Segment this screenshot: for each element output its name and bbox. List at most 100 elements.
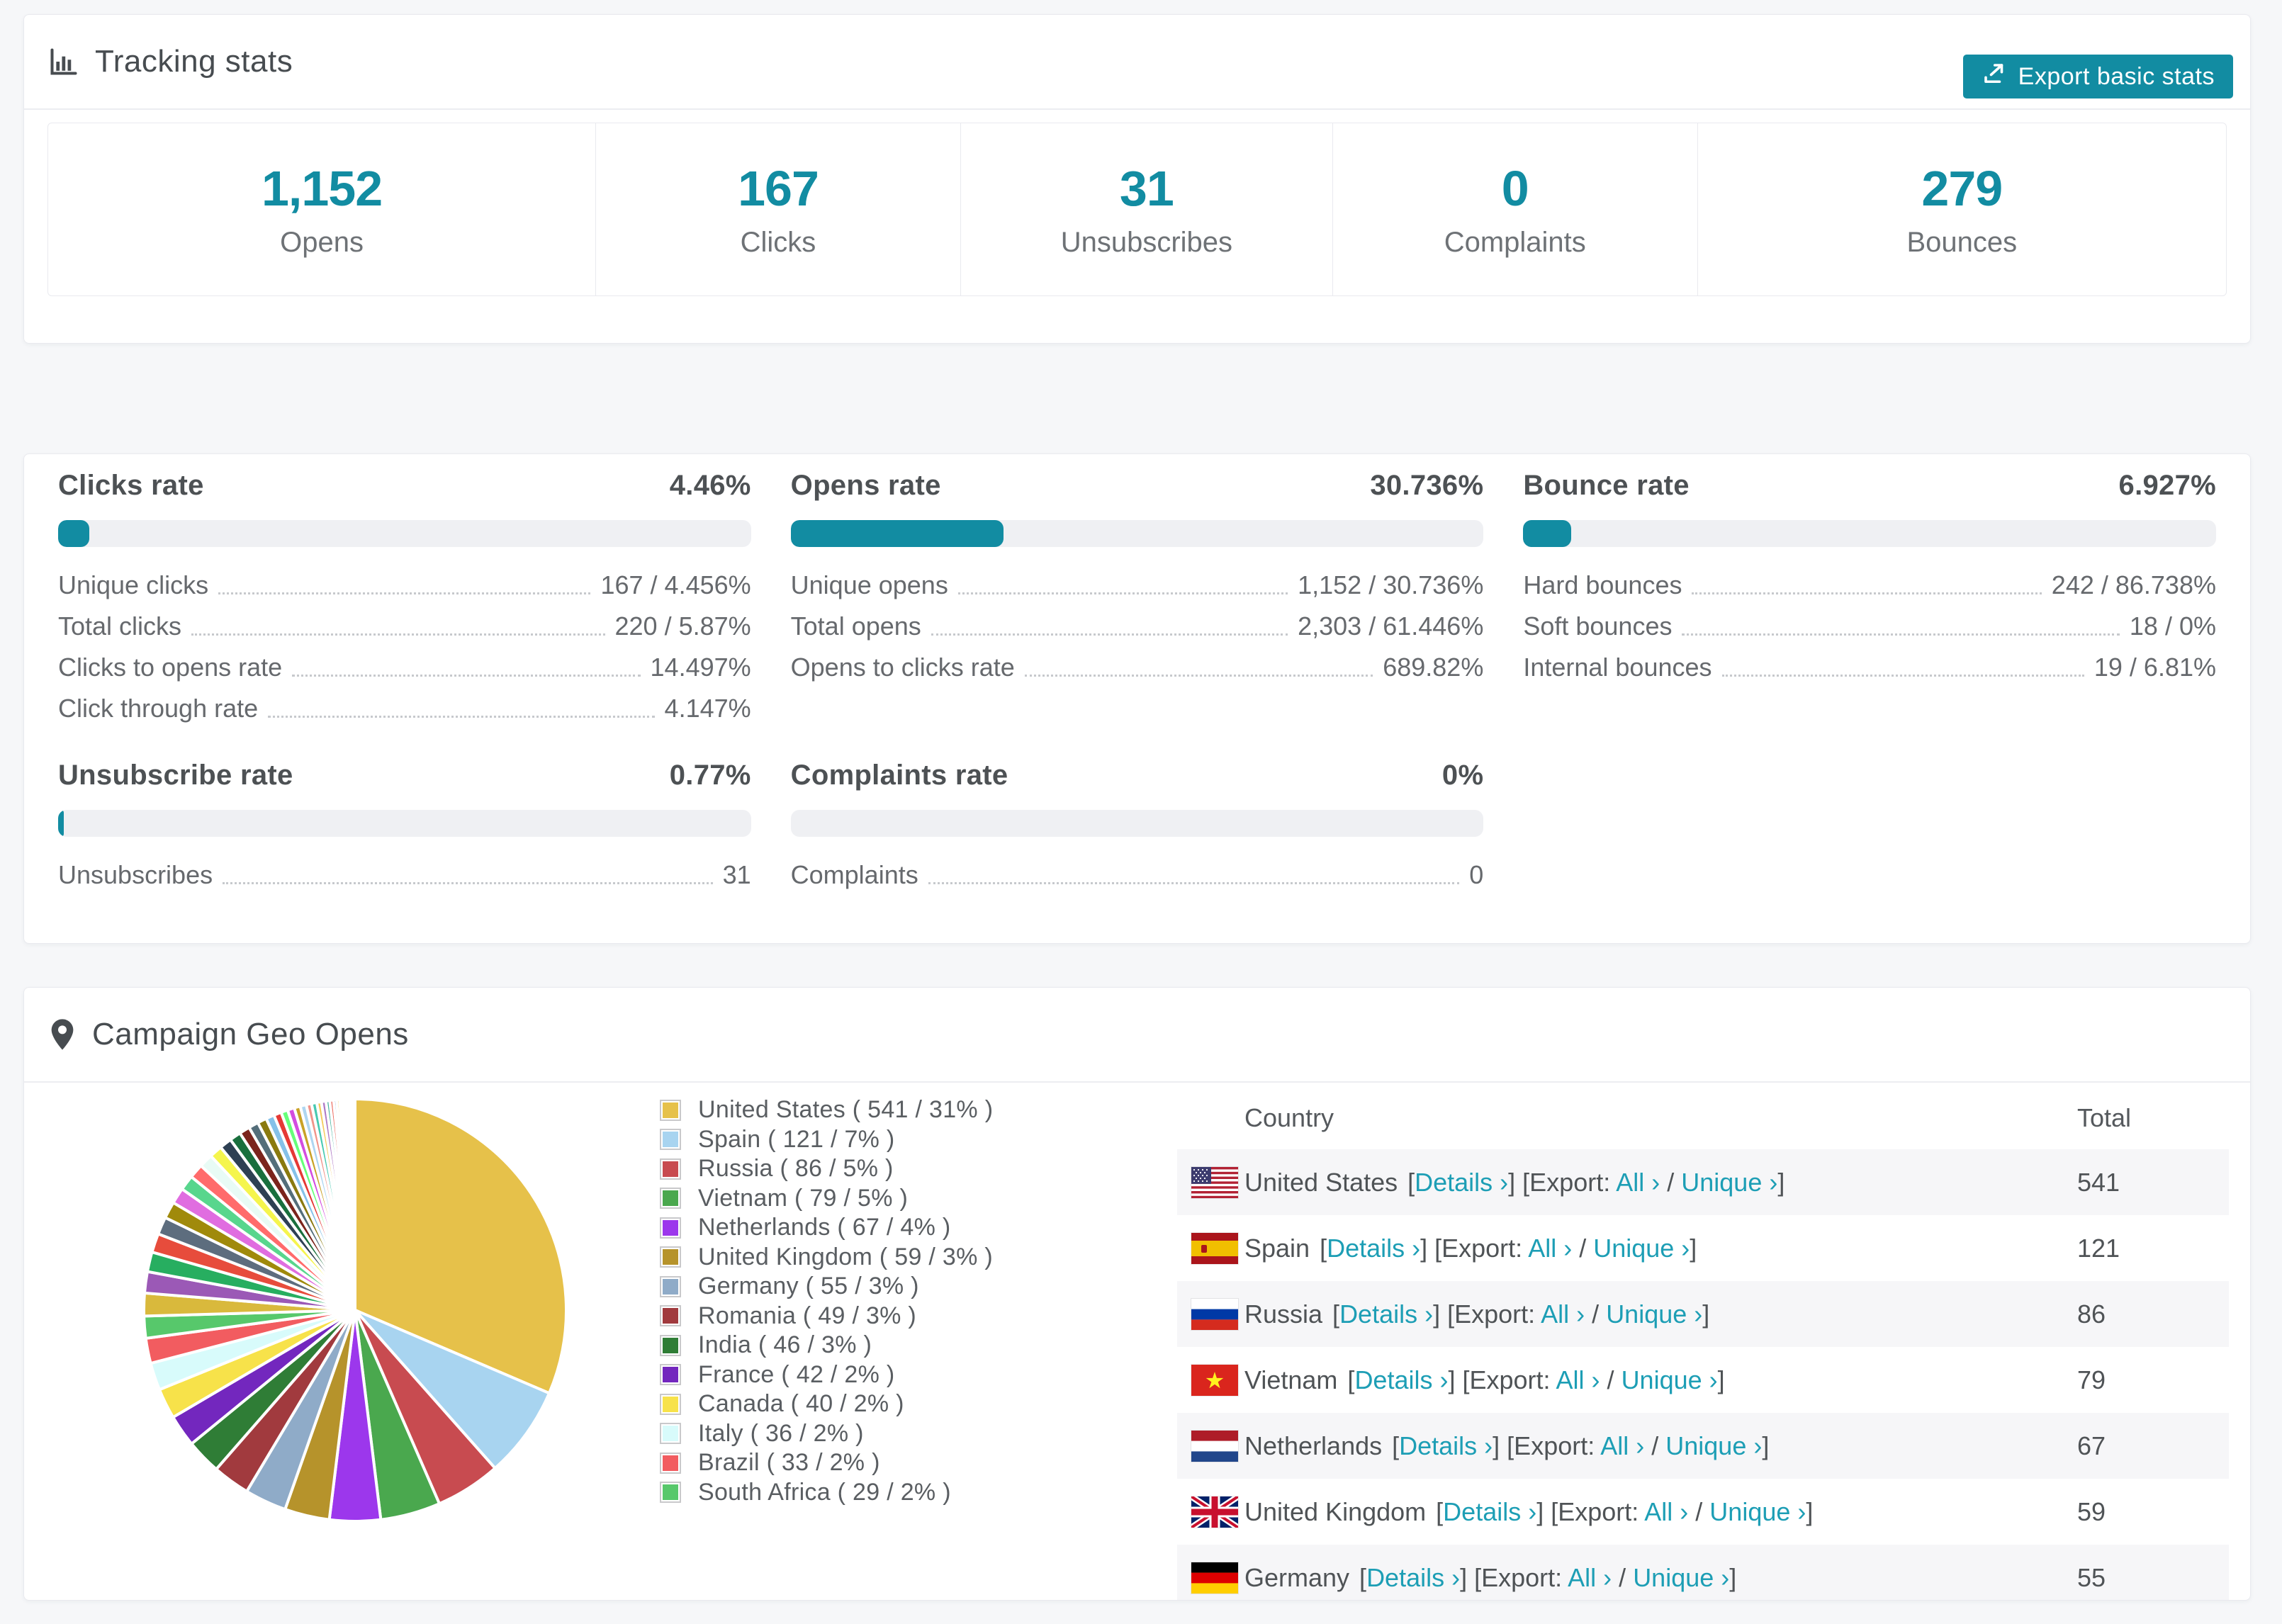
progress-bar-track [58, 520, 751, 547]
details-link[interactable]: Details › [1443, 1497, 1536, 1526]
dotted-leader [268, 716, 655, 718]
legend-item: United Kingdom ( 59 / 3% ) [660, 1243, 993, 1273]
geo-table-row-es: Spain [Details ›] [Export: All › / Unique… [1177, 1215, 2229, 1281]
rate-title: Clicks rate [58, 469, 204, 501]
rate-head: Unsubscribe rate 0.77% [58, 758, 751, 792]
export-unique-link[interactable]: Unique › [1709, 1497, 1806, 1526]
country-total: 79 [2077, 1365, 2106, 1394]
rate-detail-row: Clicks to opens rate 14.497% [58, 647, 751, 688]
dotted-leader [1024, 675, 1373, 677]
country-links: [Details ›] [Export: All › / Unique ›] [1320, 1233, 1697, 1263]
export-button-label: Export basic stats [2018, 62, 2215, 90]
country-name: Vietnam [1244, 1365, 1338, 1394]
rate-detail-row: Complaints 0 [791, 855, 1484, 896]
rate-title: Bounce rate [1523, 469, 1690, 501]
rate-detail-value: 220 / 5.87% [614, 611, 751, 641]
legend-label: Brazil ( 33 / 2% ) [698, 1449, 880, 1477]
stat-value: 1,152 [261, 161, 383, 216]
export-unique-link[interactable]: Unique › [1665, 1431, 1762, 1460]
legend-color-chip [660, 1099, 681, 1121]
rate-block-clicks-rate: Clicks rate 4.46% Unique clicks 167 / 4.456… [58, 468, 751, 729]
legend-item: Spain ( 121 / 7% ) [660, 1125, 993, 1155]
export-all-link[interactable]: All › [1600, 1431, 1644, 1460]
legend-item: Russia ( 86 / 5% ) [660, 1154, 993, 1184]
legend-color-chip [660, 1246, 681, 1268]
geo-table-row-gb: United Kingdom [Details ›] [Export: All ›… [1177, 1479, 2229, 1545]
progress-bar-track [790, 520, 1484, 547]
rate-detail-row: Internal bounces 19 / 6.81% [1523, 647, 2216, 688]
export-unique-link[interactable]: Unique › [1633, 1563, 1729, 1592]
country-name: United States [1244, 1167, 1398, 1197]
export-unique-link[interactable]: Unique › [1606, 1299, 1702, 1329]
legend-color-chip [660, 1393, 681, 1415]
details-link[interactable]: Details › [1415, 1168, 1508, 1197]
legend-label: India ( 46 / 3% ) [698, 1331, 872, 1359]
details-link[interactable]: Details › [1354, 1365, 1448, 1394]
pie-slice [352, 1097, 356, 1311]
overview-stat-unsubscribes: 31 Unsubscribes [960, 123, 1332, 295]
legend-color-chip [660, 1334, 681, 1356]
rate-title: Opens rate [790, 469, 941, 501]
export-unique-link[interactable]: Unique › [1593, 1234, 1690, 1263]
tracking-stats-header: Tracking stats Export basic stats [24, 15, 2250, 108]
stat-label: Bounces [1906, 227, 2018, 258]
legend-label: United Kingdom ( 59 / 3% ) [698, 1243, 993, 1270]
country-links: [Details ›] [Export: All › / Unique ›] [1436, 1496, 1814, 1526]
rate-detail-value: 14.497% [650, 653, 751, 682]
rate-head: Clicks rate 4.46% [58, 468, 751, 502]
rate-detail-label: Internal bounces [1523, 653, 1712, 682]
overview-stat-clicks: 167 Clicks [595, 123, 960, 295]
stat-label: Complaints [1444, 227, 1586, 258]
country-links: [Details ›] [Export: All › / Unique ›] [1407, 1167, 1785, 1197]
details-link[interactable]: Details › [1327, 1234, 1420, 1263]
export-all-link[interactable]: All › [1616, 1168, 1660, 1197]
export-unique-link[interactable]: Unique › [1621, 1365, 1718, 1394]
stat-value: 279 [1921, 161, 2003, 216]
geo-table-header: Country Total [1177, 1087, 2229, 1149]
rate-detail-row: Soft bounces 18 / 0% [1523, 606, 2216, 647]
stat-label: Clicks [740, 227, 816, 258]
overview-stat-opens: 1,152 Opens [48, 123, 595, 295]
rate-detail-label: Unique opens [790, 570, 948, 599]
geo-header-divider [24, 1081, 2250, 1083]
rate-detail-row: Total clicks 220 / 5.87% [58, 606, 751, 647]
header-divider [24, 108, 2250, 110]
export-all-link[interactable]: All › [1556, 1365, 1600, 1394]
export-unique-link[interactable]: Unique › [1681, 1168, 1777, 1197]
legend-label: Italy ( 36 / 2% ) [698, 1419, 864, 1447]
country-links: [Details ›] [Export: All › / Unique ›] [1392, 1431, 1770, 1460]
legend-color-chip [660, 1158, 681, 1180]
export-all-link[interactable]: All › [1528, 1234, 1572, 1263]
dotted-leader [1692, 592, 2042, 594]
country-name: Russia [1244, 1299, 1323, 1329]
country-name: Germany [1244, 1562, 1350, 1592]
progress-bar-track [790, 810, 1484, 837]
progress-bar-fill [58, 520, 89, 547]
details-link[interactable]: Details › [1339, 1299, 1433, 1329]
export-all-link[interactable]: All › [1541, 1299, 1585, 1329]
rates-card: Clicks rate 4.46% Unique clicks 167 / 4.456… [23, 453, 2251, 944]
rates-grid: Clicks rate 4.46% Unique clicks 167 / 4.456… [24, 454, 2250, 943]
dotted-leader [292, 675, 641, 677]
geo-opens-title: Campaign Geo Opens [48, 1017, 409, 1052]
es-flag-icon [1191, 1232, 1238, 1264]
country-name: Spain [1244, 1233, 1310, 1263]
details-link[interactable]: Details › [1366, 1563, 1460, 1592]
geo-table-row-ru: Russia [Details ›] [Export: All › / Uniqu… [1177, 1281, 2229, 1347]
progress-bar-track [1523, 520, 2216, 547]
rate-detail-label: Unsubscribes [58, 860, 213, 889]
column-header-total: Total [2077, 1103, 2132, 1132]
export-basic-stats-button[interactable]: Export basic stats [1962, 55, 2233, 98]
legend-item: India ( 46 / 3% ) [660, 1331, 993, 1360]
export-all-link[interactable]: All › [1644, 1497, 1688, 1526]
details-link[interactable]: Details › [1399, 1431, 1493, 1460]
rate-detail-row: Opens to clicks rate 689.82% [791, 647, 1484, 688]
rate-detail-label: Click through rate [58, 694, 259, 723]
dotted-leader [928, 882, 1460, 884]
gb-flag-icon [1191, 1496, 1238, 1528]
dotted-leader [1682, 633, 2120, 636]
legend-color-chip [660, 1275, 681, 1297]
geo-opens-pie-chart [128, 1083, 582, 1537]
export-all-link[interactable]: All › [1568, 1563, 1612, 1592]
legend-label: Russia ( 86 / 5% ) [698, 1155, 894, 1183]
